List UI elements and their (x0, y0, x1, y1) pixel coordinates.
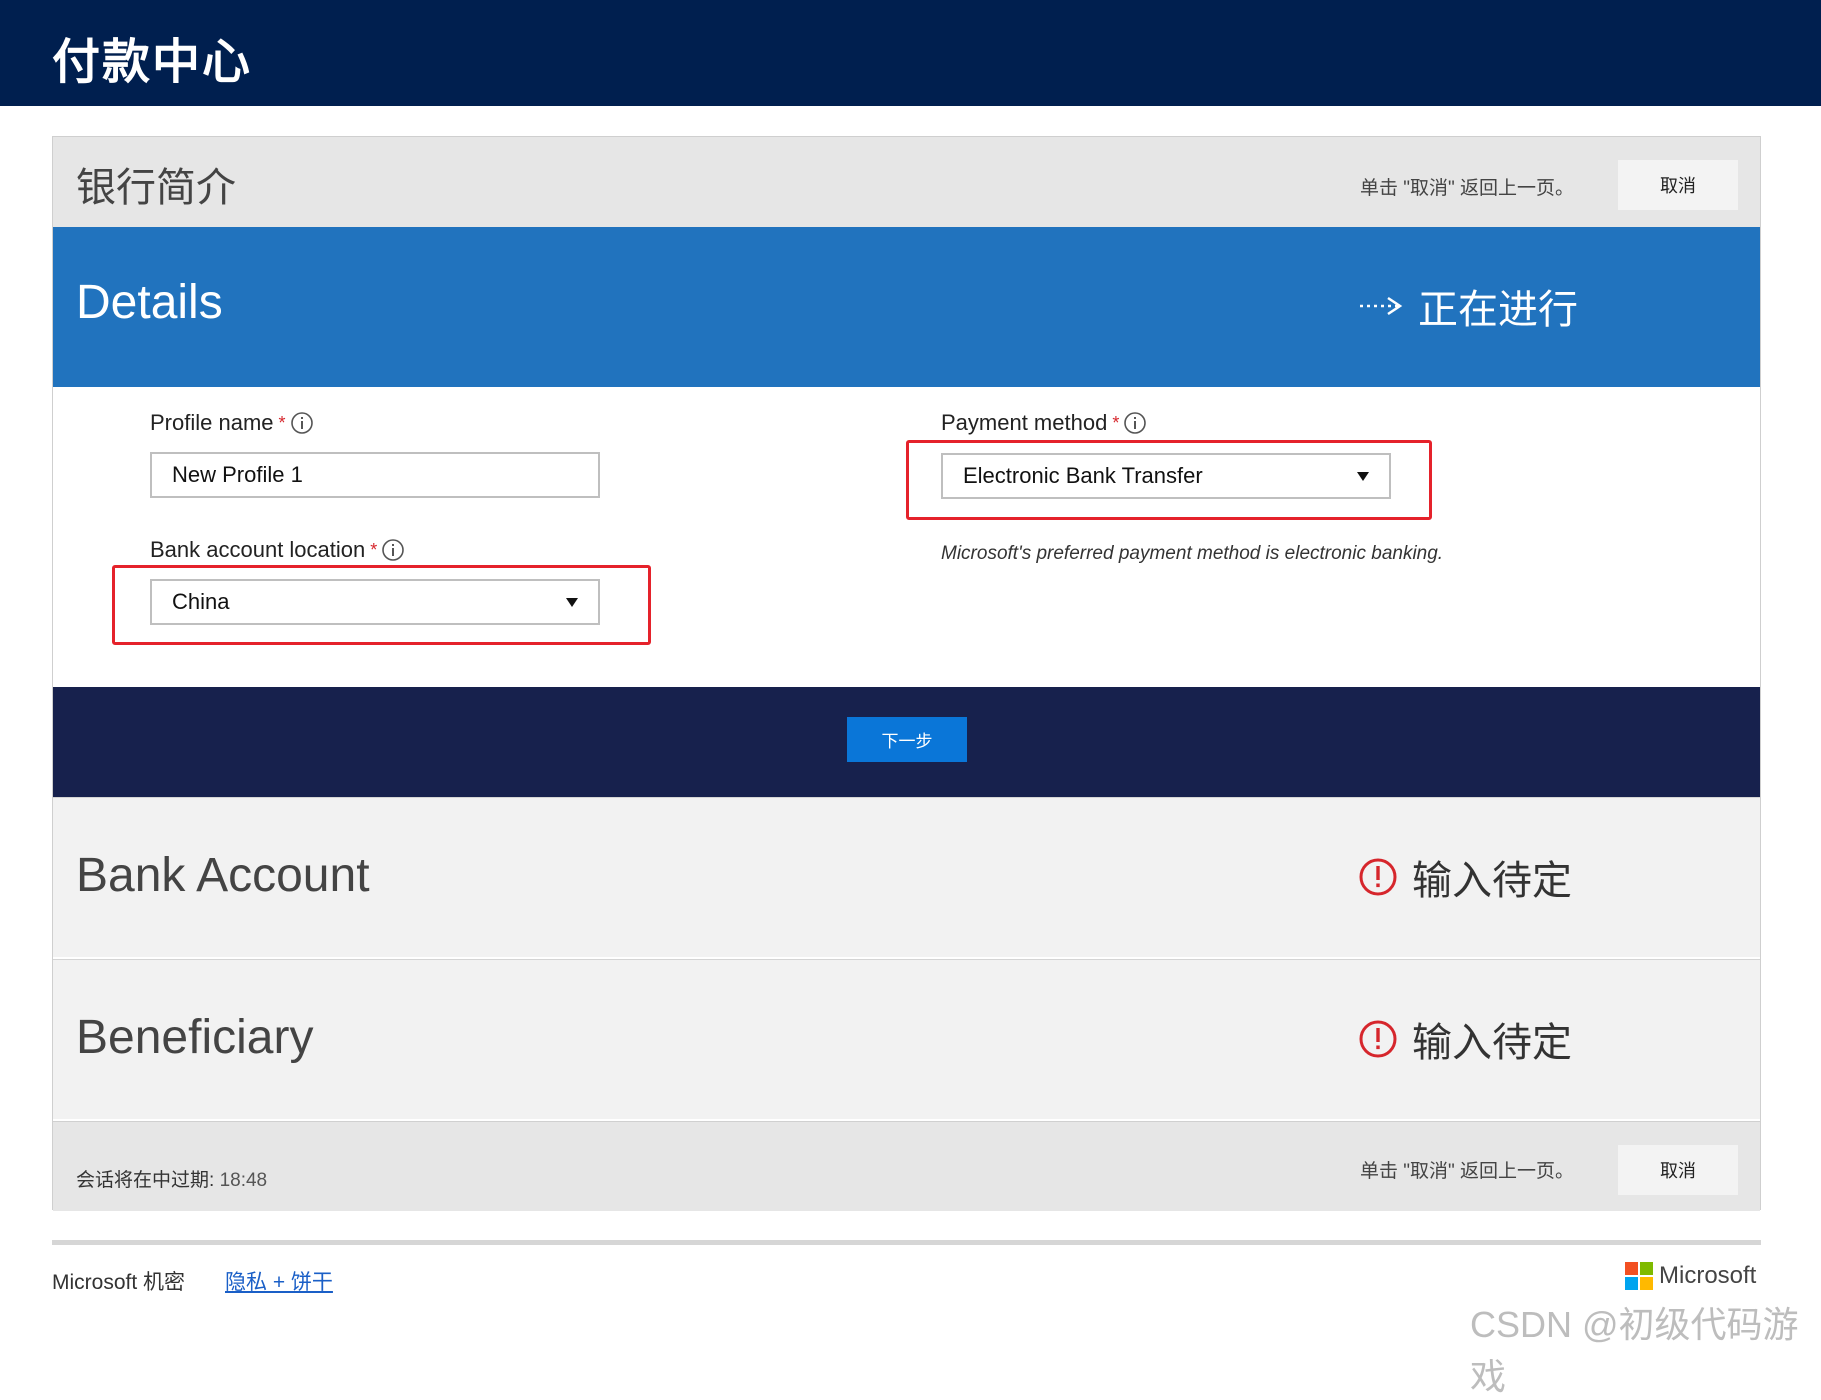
panel-header: 银行简介 单击 "取消" 返回上一页。 取消 (53, 137, 1760, 227)
section-bank-account[interactable]: Bank Account 输入待定 (53, 797, 1760, 957)
bank-location-select[interactable]: China (150, 579, 600, 625)
profile-name-label-text: Profile name (150, 410, 274, 435)
section-details: Details 正在进行 (53, 227, 1760, 387)
microsoft-logo-icon (1625, 1262, 1653, 1290)
required-marker: * (1112, 412, 1120, 433)
bank-location-label-text: Bank account location (150, 537, 366, 562)
payment-panel: 银行简介 单击 "取消" 返回上一页。 取消 Details 正在进行 Prof… (52, 136, 1761, 1211)
next-button[interactable]: 下一步 (847, 717, 967, 762)
section-status: 输入待定 (1358, 1010, 1572, 1068)
microsoft-logo: Microsoft (1625, 1262, 1756, 1290)
microsoft-brand: Microsoft (1659, 1262, 1757, 1289)
privacy-cookies-link[interactable]: 隐私 + 饼干 (225, 1266, 333, 1296)
page-title: 银行简介 (76, 166, 236, 210)
status-text: 输入待定 (1412, 859, 1572, 903)
section-title: Bank Account (76, 849, 370, 902)
panel-footer: 会话将在中过期: 18:48 单击 "取消" 返回上一页。 取消 (53, 1121, 1760, 1211)
confidential-label: Microsoft 机密 (52, 1271, 186, 1294)
cancel-hint: 单击 "取消" 返回上一页。 (1359, 1161, 1574, 1182)
app-title: 付款中心 (52, 36, 253, 89)
section-status: 正在进行 (1358, 277, 1578, 335)
session-label: 会话将在中过期: (76, 1170, 215, 1191)
payment-method-value: Electronic Bank Transfer (963, 463, 1203, 488)
status-text: 正在进行 (1418, 288, 1578, 332)
session-time: 18:48 (219, 1170, 268, 1191)
nav-bar: 下一步 (53, 687, 1760, 797)
required-marker: * (370, 539, 378, 560)
caret-down-icon (566, 597, 578, 607)
cancel-button[interactable]: 取消 (1618, 160, 1738, 210)
footer-divider (52, 1240, 1761, 1245)
profile-name-input[interactable] (150, 452, 600, 498)
section-title: Beneficiary (76, 1011, 314, 1064)
payment-method-select[interactable]: Electronic Bank Transfer (941, 453, 1391, 499)
info-icon[interactable] (1123, 411, 1147, 435)
section-status: 输入待定 (1358, 848, 1572, 906)
cancel-button[interactable]: 取消 (1618, 1145, 1738, 1195)
caret-down-icon (1357, 471, 1369, 481)
details-form: Profile name * Bank account location * C… (53, 387, 1760, 687)
bank-location-label: Bank account location * (150, 537, 405, 563)
watermark: CSDN @初级代码游戏 (1470, 1304, 1799, 1397)
info-icon[interactable] (381, 538, 405, 562)
alert-icon (1359, 858, 1397, 896)
section-beneficiary[interactable]: Beneficiary 输入待定 (53, 959, 1760, 1119)
info-icon[interactable] (290, 411, 314, 435)
arrow-right-icon (1360, 296, 1403, 316)
payment-note: Microsoft's preferred payment method is … (941, 543, 1444, 564)
alert-icon (1359, 1020, 1397, 1058)
cancel-hint: 单击 "取消" 返回上一页。 (1359, 178, 1574, 199)
session-expiry: 会话将在中过期: 18:48 (76, 1165, 267, 1192)
section-title: Details (76, 276, 223, 329)
required-marker: * (278, 412, 286, 433)
payment-method-label: Payment method * (941, 410, 1147, 436)
profile-name-label: Profile name * (150, 410, 314, 436)
payment-method-label-text: Payment method (941, 410, 1108, 435)
bank-location-value: China (172, 589, 230, 614)
status-text: 输入待定 (1412, 1021, 1572, 1065)
top-bar: 付款中心 (0, 0, 1821, 106)
